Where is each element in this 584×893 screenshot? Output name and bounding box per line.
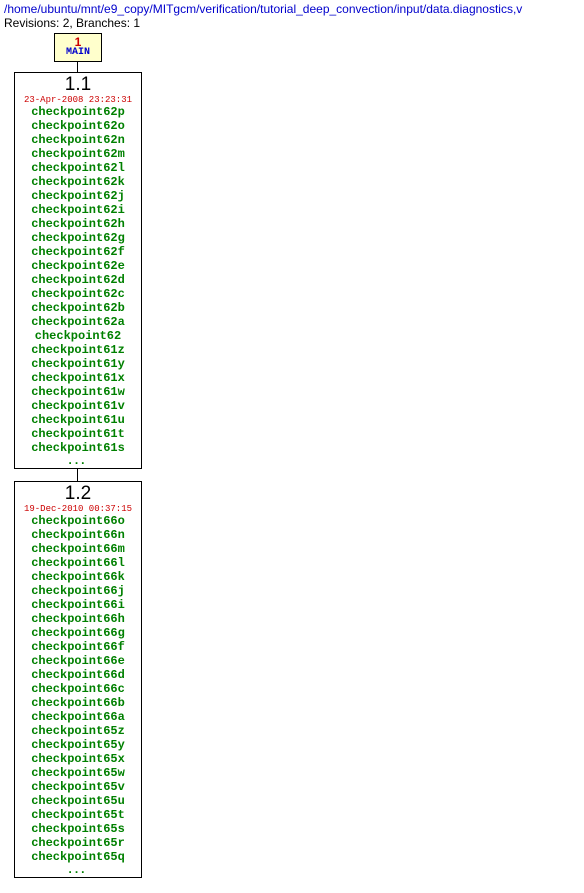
revision-node-1-2[interactable]: 1.2 19-Dec-2010 00:37:15 checkpoint66o c… <box>14 481 142 878</box>
tag[interactable]: checkpoint66a <box>15 710 141 724</box>
connector <box>77 62 78 72</box>
tag[interactable]: checkpoint66k <box>15 570 141 584</box>
tag[interactable]: checkpoint66h <box>15 612 141 626</box>
tag[interactable]: checkpoint66d <box>15 668 141 682</box>
revision-meta: Revisions: 2, Branches: 1 <box>4 16 580 30</box>
tag[interactable]: checkpoint61t <box>15 427 141 441</box>
tag-list: checkpoint66o checkpoint66n checkpoint66… <box>15 514 141 864</box>
ellipsis-icon[interactable]: ... <box>15 455 141 465</box>
tag[interactable]: checkpoint65z <box>15 724 141 738</box>
connector <box>77 469 78 481</box>
tag[interactable]: checkpoint62k <box>15 175 141 189</box>
revision-number: 1.2 <box>15 484 141 504</box>
tag[interactable]: checkpoint66e <box>15 654 141 668</box>
ellipsis-icon[interactable]: ... <box>15 864 141 874</box>
tag-list: checkpoint62p checkpoint62o checkpoint62… <box>15 105 141 455</box>
tag[interactable]: checkpoint62j <box>15 189 141 203</box>
tag[interactable]: checkpoint66j <box>15 584 141 598</box>
header: /home/ubuntu/mnt/e9_copy/MITgcm/verifica… <box>0 0 584 31</box>
tag[interactable]: checkpoint62 <box>15 329 141 343</box>
tag[interactable]: checkpoint65s <box>15 822 141 836</box>
tag[interactable]: checkpoint65w <box>15 766 141 780</box>
tag[interactable]: checkpoint62h <box>15 217 141 231</box>
tag[interactable]: checkpoint66l <box>15 556 141 570</box>
tag[interactable]: checkpoint66c <box>15 682 141 696</box>
file-path: /home/ubuntu/mnt/e9_copy/MITgcm/verifica… <box>4 2 580 16</box>
tag[interactable]: checkpoint62p <box>15 105 141 119</box>
tag[interactable]: checkpoint62a <box>15 315 141 329</box>
tag[interactable]: checkpoint66i <box>15 598 141 612</box>
tag[interactable]: checkpoint62d <box>15 273 141 287</box>
tag[interactable]: checkpoint61u <box>15 413 141 427</box>
tag[interactable]: checkpoint62f <box>15 245 141 259</box>
tag[interactable]: checkpoint66b <box>15 696 141 710</box>
revision-date: 19-Dec-2010 00:37:15 <box>15 504 141 514</box>
tag[interactable]: checkpoint62c <box>15 287 141 301</box>
tag[interactable]: checkpoint62n <box>15 133 141 147</box>
tag[interactable]: checkpoint65r <box>15 836 141 850</box>
tag[interactable]: checkpoint66o <box>15 514 141 528</box>
tag[interactable]: checkpoint62o <box>15 119 141 133</box>
branch-label: MAIN <box>55 48 101 58</box>
tag[interactable]: checkpoint66g <box>15 626 141 640</box>
revision-date: 23-Apr-2008 23:23:31 <box>15 95 141 105</box>
tag[interactable]: checkpoint66f <box>15 640 141 654</box>
revision-graph: 1 MAIN 1.1 23-Apr-2008 23:23:31 checkpoi… <box>14 33 164 878</box>
tag[interactable]: checkpoint61z <box>15 343 141 357</box>
tag[interactable]: checkpoint61w <box>15 385 141 399</box>
tag[interactable]: checkpoint62g <box>15 231 141 245</box>
tag[interactable]: checkpoint62e <box>15 259 141 273</box>
tag[interactable]: checkpoint62m <box>15 147 141 161</box>
tag[interactable]: checkpoint65x <box>15 752 141 766</box>
branch-node-main[interactable]: 1 MAIN <box>54 33 102 62</box>
tag[interactable]: checkpoint65u <box>15 794 141 808</box>
tag[interactable]: checkpoint62b <box>15 301 141 315</box>
tag[interactable]: checkpoint62i <box>15 203 141 217</box>
tag[interactable]: checkpoint65t <box>15 808 141 822</box>
tag[interactable]: checkpoint66n <box>15 528 141 542</box>
revision-node-1-1[interactable]: 1.1 23-Apr-2008 23:23:31 checkpoint62p c… <box>14 72 142 469</box>
tag[interactable]: checkpoint66m <box>15 542 141 556</box>
tag[interactable]: checkpoint61x <box>15 371 141 385</box>
revision-number: 1.1 <box>15 75 141 95</box>
tag[interactable]: checkpoint65y <box>15 738 141 752</box>
tag[interactable]: checkpoint62l <box>15 161 141 175</box>
tag[interactable]: checkpoint61v <box>15 399 141 413</box>
tag[interactable]: checkpoint65v <box>15 780 141 794</box>
tag[interactable]: checkpoint61y <box>15 357 141 371</box>
